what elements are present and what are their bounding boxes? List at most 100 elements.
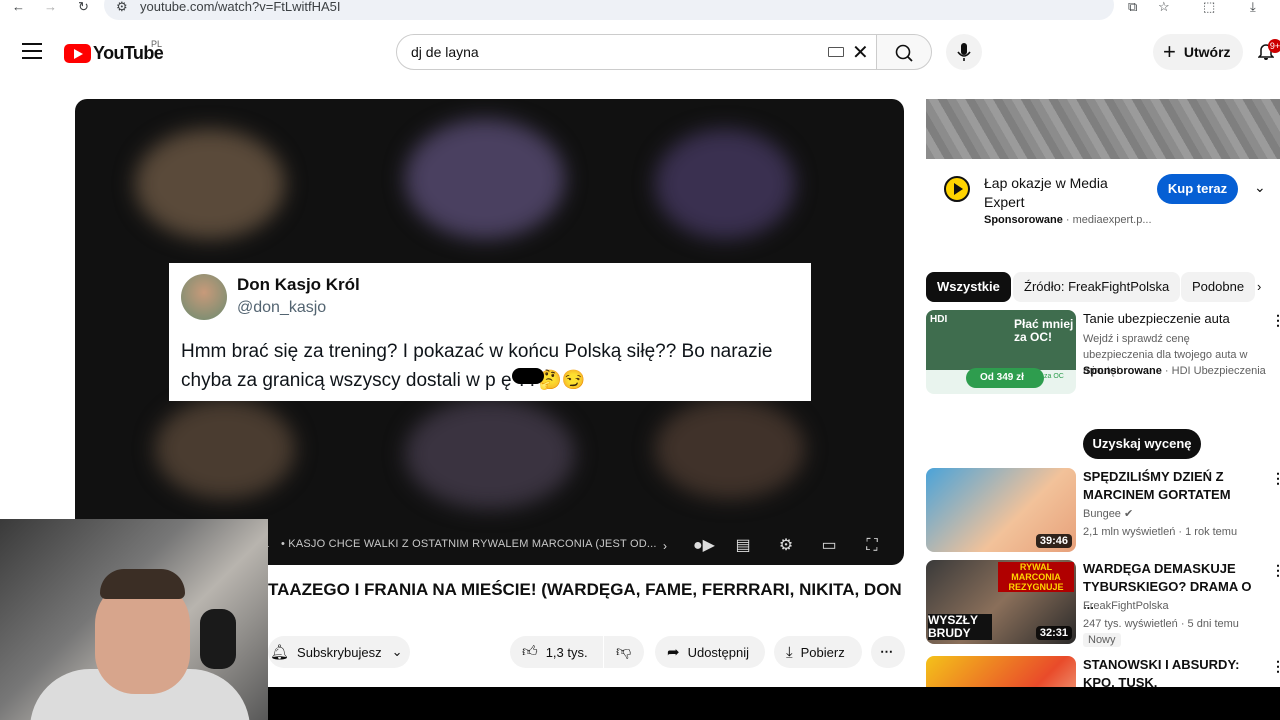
more-icon: ⋯ bbox=[880, 644, 893, 659]
rec-stats: 247 tys. wyświetleń · 5 dni temu bbox=[1083, 618, 1239, 630]
chip-similar[interactable]: Podobne bbox=[1181, 272, 1256, 302]
webcam-overlay bbox=[0, 519, 268, 720]
share-button[interactable]: ➦ Udostępnij bbox=[655, 636, 765, 668]
share-icon: ➦ bbox=[667, 644, 680, 661]
video-thumbnail[interactable]: RYWAL MARCONIA REZYGNUJE WYSZŁY BRUDY 32… bbox=[926, 560, 1076, 644]
install-app-icon[interactable]: ⧉ bbox=[1128, 0, 1137, 14]
create-label: Utwórz bbox=[1183, 44, 1231, 60]
video-thumbnail[interactable] bbox=[926, 656, 1076, 687]
microphone-prop bbox=[200, 609, 236, 669]
chevron-right-icon[interactable]: › bbox=[1257, 279, 1261, 294]
extensions-icon[interactable]: ⬚ bbox=[1203, 0, 1215, 14]
youtube-play-icon bbox=[64, 43, 91, 63]
url-text[interactable]: youtube.com/watch?v=FtLwitfHA5I bbox=[140, 0, 341, 14]
rec-meta: Sponsorowane · HDI Ubezpieczenia bbox=[1083, 365, 1266, 377]
notifications-badge: 9+ bbox=[1268, 39, 1280, 53]
rec-advertiser: HDI Ubezpieczenia bbox=[1171, 365, 1266, 377]
voice-search-button[interactable] bbox=[946, 34, 982, 70]
channel-name[interactable]: Bungee bbox=[1083, 508, 1121, 520]
sponsored-label: Sponsorowane bbox=[984, 214, 1063, 226]
region-code: PL bbox=[151, 39, 163, 49]
tweet-avatar bbox=[181, 274, 227, 320]
video-thumbnail[interactable]: 39:46 bbox=[926, 468, 1076, 552]
more-actions-button[interactable]: ⋯ bbox=[871, 636, 905, 668]
search-input[interactable]: dj de layna bbox=[411, 44, 479, 60]
rec-title[interactable]: Tanie ubezpieczenie auta bbox=[1083, 310, 1263, 328]
blurred-background bbox=[135, 129, 285, 239]
blurred-background bbox=[655, 399, 805, 499]
filter-chips: Wszystkie Źródło: FreakFightPolska Podob… bbox=[926, 272, 1280, 302]
more-vert-icon[interactable]: ⋮ bbox=[1271, 312, 1280, 329]
tweet-author-name: Don Kasjo Król bbox=[237, 275, 360, 294]
recommendation-item[interactable]: STANOWSKI I ABSURDY: KPO, TUSK, JANACHOW… bbox=[926, 656, 1280, 687]
fullscreen-icon[interactable]: ⛶ bbox=[861, 535, 883, 557]
sponsored-recommendation[interactable]: HDI Płać mniej za OC! Od 349 zł za OC Ta… bbox=[926, 310, 1280, 460]
reload-icon[interactable]: ↻ bbox=[78, 0, 89, 14]
ad-domain: mediaexpert.p... bbox=[1072, 214, 1152, 226]
recommendation-item[interactable]: 39:46 SPĘDZILIŚMY DZIEŃ Z MARCINEM GORTA… bbox=[926, 468, 1280, 554]
chapter-chevron-icon[interactable]: › bbox=[654, 535, 676, 557]
chapter-title[interactable]: • KASJO CHCE WALKI Z OSTATNIM RYWALEM MA… bbox=[281, 538, 657, 550]
video-duration: 39:46 bbox=[1035, 534, 1072, 548]
plus-icon: + bbox=[1163, 39, 1176, 64]
rec-title[interactable]: SPĘDZILIŚMY DZIEŃ Z MARCINEM GORTATEM bbox=[1083, 468, 1263, 504]
new-badge: Nowy bbox=[1083, 633, 1121, 647]
chevron-down-icon[interactable]: ⌄ bbox=[1254, 179, 1266, 196]
autoplay-toggle[interactable]: ●▶ bbox=[689, 535, 719, 557]
sidebar-ad[interactable]: Łap okazje w Media Expert Sponsorowane ·… bbox=[926, 99, 1280, 244]
more-vert-icon[interactable]: ⋮ bbox=[1271, 562, 1280, 579]
download-icon[interactable]: ⤓ bbox=[1250, 0, 1256, 14]
keyboard-icon[interactable] bbox=[828, 47, 844, 57]
more-vert-icon[interactable]: ⋮ bbox=[1271, 658, 1280, 675]
download-label: Pobierz bbox=[800, 644, 845, 660]
ad-thumbnail[interactable]: HDI Płać mniej za OC! Od 349 zł za OC bbox=[926, 310, 1076, 394]
dislike-button[interactable]: 👎︎ bbox=[604, 636, 644, 668]
get-quote-button[interactable]: Uzyskaj wycenę bbox=[1083, 429, 1201, 459]
back-icon[interactable]: ← bbox=[12, 0, 25, 14]
like-count: 1,3 tys. bbox=[545, 644, 588, 660]
upload-age: 1 rok temu bbox=[1185, 526, 1238, 538]
rec-title[interactable]: STANOWSKI I ABSURDY: KPO, TUSK, JANACHOW… bbox=[1083, 656, 1263, 687]
youtube-logo[interactable]: YouTube bbox=[64, 42, 164, 64]
blurred-background bbox=[405, 119, 565, 239]
bookmark-star-icon[interactable]: ☆ bbox=[1158, 0, 1170, 14]
site-info-icon[interactable]: ⚙ bbox=[116, 0, 128, 14]
thumb-tag-oc: za OC bbox=[1044, 373, 1064, 380]
chip-all[interactable]: Wszystkie bbox=[926, 272, 1011, 302]
subtitles-icon[interactable]: ▤ bbox=[732, 535, 754, 557]
chip-source[interactable]: Źródło: FreakFightPolska bbox=[1013, 272, 1181, 302]
settings-icon[interactable]: ⚙ bbox=[775, 535, 797, 557]
rec-stats: 2,1 mln wyświetleń · 1 rok temu bbox=[1083, 526, 1238, 538]
download-button[interactable]: ⤓ Pobierz bbox=[774, 636, 862, 668]
ad-title[interactable]: Łap okazje w Media Expert bbox=[984, 174, 1144, 212]
ad-banner-image[interactable] bbox=[926, 99, 1280, 159]
search-box[interactable]: dj de layna ✕ bbox=[396, 34, 877, 70]
view-count: 247 tys. wyświetleń bbox=[1083, 618, 1178, 630]
bottom-black-bar bbox=[268, 687, 1280, 720]
theater-mode-icon[interactable]: ▭ bbox=[818, 535, 840, 557]
subscribe-label: Subskrybujesz bbox=[297, 644, 382, 660]
search-button[interactable] bbox=[876, 34, 932, 70]
clear-search-icon[interactable]: ✕ bbox=[852, 40, 869, 65]
thumb-up-icon: 👍︎ bbox=[522, 643, 538, 660]
channel-name[interactable]: FreakFightPolska bbox=[1083, 598, 1169, 614]
upload-age: 5 dni temu bbox=[1187, 618, 1239, 630]
menu-icon[interactable] bbox=[22, 43, 42, 59]
tweet-text: Hmm brać się za trening? I pokazać w koń… bbox=[181, 341, 773, 391]
blurred-background bbox=[405, 399, 575, 509]
share-label: Udostępnij bbox=[687, 644, 750, 660]
masthead: YouTube PL dj de layna ✕ + Utwórz 9+ bbox=[0, 22, 1280, 84]
view-count: 2,1 mln wyświetleń bbox=[1083, 526, 1176, 538]
redaction-mark bbox=[512, 368, 544, 384]
ad-cta-button[interactable]: Kup teraz bbox=[1157, 174, 1238, 204]
video-player[interactable]: Don Kasjo Król @don_kasjo Hmm brać się z… bbox=[75, 99, 904, 565]
ad-meta: Sponsorowane · mediaexpert.p... bbox=[984, 214, 1152, 226]
more-vert-icon[interactable]: ⋮ bbox=[1271, 470, 1280, 487]
create-button[interactable]: + Utwórz bbox=[1153, 34, 1243, 70]
like-button[interactable]: 👍︎ 1,3 tys. bbox=[510, 636, 603, 668]
recommendation-item[interactable]: RYWAL MARCONIA REZYGNUJE WYSZŁY BRUDY 32… bbox=[926, 560, 1280, 650]
subscribe-button[interactable]: 🔔︎ Subskrybujesz ⌄ bbox=[268, 636, 410, 668]
media-expert-logo-icon bbox=[944, 176, 970, 202]
tweet-handle: @don_kasjo bbox=[237, 299, 327, 316]
forward-icon[interactable]: → bbox=[44, 0, 57, 14]
